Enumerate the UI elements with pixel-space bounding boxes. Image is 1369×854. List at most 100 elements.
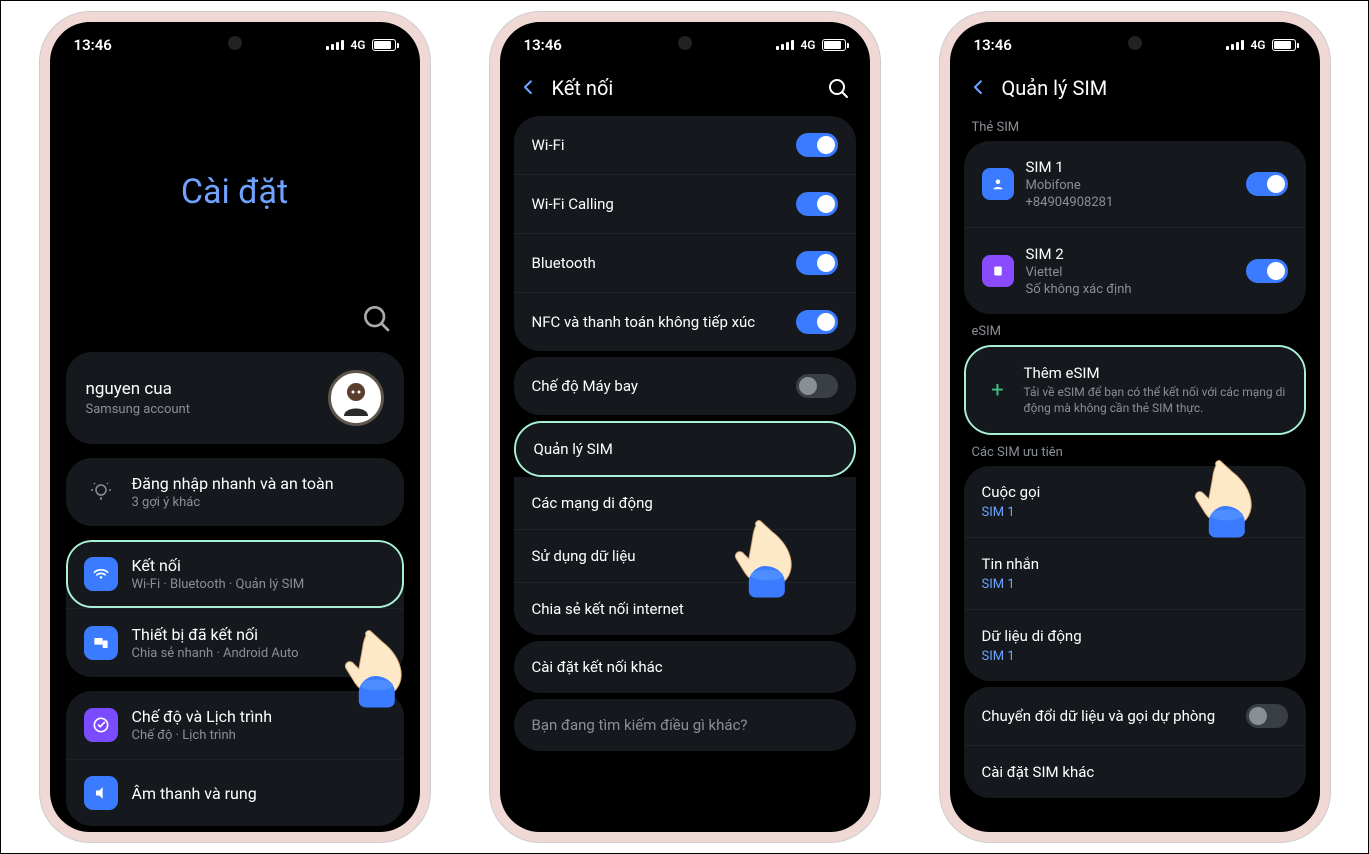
messages-row[interactable]: Tin nhắn SIM 1 bbox=[964, 537, 1306, 609]
airplane-label: Chế độ Máy bay bbox=[532, 377, 638, 395]
wifi-label: Wi-Fi bbox=[532, 136, 565, 154]
avatar[interactable] bbox=[328, 370, 384, 426]
modes-label: Chế độ và Lịch trình bbox=[132, 707, 386, 726]
other-sim-label: Cài đặt SIM khác bbox=[982, 763, 1095, 781]
bluetooth-label: Bluetooth bbox=[532, 254, 596, 272]
status-time: 13:46 bbox=[974, 36, 1012, 54]
messages-label: Tin nhắn bbox=[982, 555, 1040, 573]
phone-screen-sim-manager: 13:46 4G Quản lý SIM Thẻ SIM SI bbox=[940, 12, 1330, 842]
data-usage-label: Sử dụng dữ liệu bbox=[532, 547, 636, 565]
section-preferred: Các SIM ưu tiên bbox=[950, 435, 1320, 466]
account-row[interactable]: nguyen cua Samsung account bbox=[66, 352, 404, 444]
add-esim-desc: Tải về eSIM để bạn có thể kết nối với cá… bbox=[1024, 385, 1286, 416]
wifi-toggle[interactable] bbox=[796, 133, 838, 157]
add-esim-row[interactable]: + Thêm eSIM Tải về eSIM để bạn có thể kế… bbox=[966, 347, 1304, 433]
battery-icon bbox=[822, 39, 846, 51]
sim-manager-highlight: Quản lý SIM bbox=[514, 421, 856, 477]
account-name: nguyen cua bbox=[86, 379, 190, 399]
wifi-calling-label: Wi-Fi Calling bbox=[532, 195, 614, 213]
phone-screen-settings: 13:46 4G Cài đặt nguyen cua Samsung acco… bbox=[40, 12, 430, 842]
sim-manager-label: Quản lý SIM bbox=[534, 440, 613, 458]
search-icon[interactable] bbox=[360, 302, 392, 334]
back-icon[interactable] bbox=[520, 78, 540, 98]
data-usage-row[interactable]: Sử dụng dữ liệu bbox=[514, 529, 856, 582]
status-time: 13:46 bbox=[524, 36, 562, 54]
connections-sub: Wi-Fi · Bluetooth · Quản lý SIM bbox=[132, 577, 386, 592]
battery-icon bbox=[1272, 39, 1296, 51]
camera-notch bbox=[1128, 36, 1142, 50]
more-connections-label: Cài đặt kết nối khác bbox=[532, 658, 663, 676]
network-label: 4G bbox=[350, 38, 365, 52]
connections-label: Kết nối bbox=[132, 556, 386, 575]
wifi-icon bbox=[84, 557, 118, 591]
sound-row[interactable]: Âm thanh và rung bbox=[66, 759, 404, 826]
sim1-label: SIM 1 bbox=[1026, 158, 1114, 176]
tethering-row[interactable]: Chia sẻ kết nối internet bbox=[514, 582, 856, 635]
settings-title: Cài đặt bbox=[50, 172, 420, 212]
more-connections-row[interactable]: Cài đặt kết nối khác bbox=[514, 641, 856, 693]
sim1-toggle[interactable] bbox=[1246, 172, 1288, 196]
quick-login-label: Đăng nhập nhanh và an toàn bbox=[132, 474, 386, 493]
sim2-icon bbox=[982, 255, 1014, 287]
tethering-label: Chia sẻ kết nối internet bbox=[532, 600, 684, 618]
section-sim-cards: Thẻ SIM bbox=[950, 110, 1320, 141]
modes-sub: Chế độ · Lịch trình bbox=[132, 728, 386, 743]
data-switching-toggle[interactable] bbox=[1246, 704, 1288, 728]
network-label: 4G bbox=[1250, 38, 1265, 52]
sound-label: Âm thanh và rung bbox=[132, 784, 386, 803]
modes-row[interactable]: Chế độ và Lịch trình Chế độ · Lịch trình bbox=[66, 691, 404, 759]
messages-value: SIM 1 bbox=[982, 577, 1015, 592]
signal-icon bbox=[326, 40, 344, 50]
plus-icon: + bbox=[984, 376, 1012, 404]
sim2-toggle[interactable] bbox=[1246, 259, 1288, 283]
mobile-networks-label: Các mạng di động bbox=[532, 494, 653, 512]
wifi-row[interactable]: Wi-Fi bbox=[514, 116, 856, 174]
add-esim-highlight: + Thêm eSIM Tải về eSIM để bạn có thể kế… bbox=[964, 345, 1306, 435]
bluetooth-toggle[interactable] bbox=[796, 251, 838, 275]
wifi-calling-toggle[interactable] bbox=[796, 192, 838, 216]
sim1-row[interactable]: SIM 1 Mobifone +84904908281 bbox=[964, 141, 1306, 227]
connected-devices-row[interactable]: Thiết bị đã kết nối Chia sẻ nhanh · Andr… bbox=[66, 608, 404, 677]
add-esim-label: Thêm eSIM bbox=[1024, 364, 1286, 382]
quick-login-row[interactable]: Đăng nhập nhanh và an toàn 3 gợi ý khác bbox=[66, 458, 404, 526]
data-switching-row[interactable]: Chuyển đổi dữ liệu và gọi dự phòng bbox=[964, 687, 1306, 745]
phone-screen-connections: 13:46 4G Kết nối Wi-Fi Wi-Fi Calling bbox=[490, 12, 880, 842]
sim-manager-row[interactable]: Quản lý SIM bbox=[516, 423, 854, 475]
nfc-toggle[interactable] bbox=[796, 310, 838, 334]
page-title: Kết nối bbox=[552, 76, 814, 100]
airplane-toggle[interactable] bbox=[796, 374, 838, 398]
search-icon[interactable] bbox=[826, 76, 850, 100]
quick-login-sub: 3 gợi ý khác bbox=[132, 495, 386, 510]
mobile-data-row[interactable]: Dữ liệu di động SIM 1 bbox=[964, 609, 1306, 681]
section-esim: eSIM bbox=[950, 314, 1320, 345]
sim2-carrier: Viettel bbox=[1026, 265, 1132, 280]
signal-icon bbox=[1226, 40, 1244, 50]
camera-notch bbox=[678, 36, 692, 50]
network-label: 4G bbox=[800, 38, 815, 52]
sim1-carrier: Mobifone bbox=[1026, 178, 1114, 193]
data-switching-label: Chuyển đổi dữ liệu và gọi dự phòng bbox=[982, 707, 1216, 725]
connected-devices-label: Thiết bị đã kết nối bbox=[132, 625, 386, 644]
sim1-number: +84904908281 bbox=[1026, 195, 1114, 210]
account-sub: Samsung account bbox=[86, 402, 190, 417]
nfc-label: NFC và thanh toán không tiếp xúc bbox=[532, 313, 756, 331]
lightbulb-icon bbox=[84, 475, 118, 509]
sound-icon bbox=[84, 776, 118, 810]
sim2-row[interactable]: SIM 2 Viettel Số không xác định bbox=[964, 227, 1306, 314]
mobile-networks-row[interactable]: Các mạng di động bbox=[514, 477, 856, 529]
airplane-row[interactable]: Chế độ Máy bay bbox=[514, 357, 856, 415]
modes-icon bbox=[84, 708, 118, 742]
signal-icon bbox=[776, 40, 794, 50]
connections-row[interactable]: Kết nối Wi-Fi · Bluetooth · Quản lý SIM bbox=[66, 540, 404, 608]
nfc-row[interactable]: NFC và thanh toán không tiếp xúc bbox=[514, 292, 856, 351]
search-prompt-label: Bạn đang tìm kiếm điều gì khác? bbox=[532, 716, 748, 734]
connected-devices-sub: Chia sẻ nhanh · Android Auto bbox=[132, 646, 386, 661]
sim2-label: SIM 2 bbox=[1026, 245, 1132, 263]
wifi-calling-row[interactable]: Wi-Fi Calling bbox=[514, 174, 856, 233]
bluetooth-row[interactable]: Bluetooth bbox=[514, 233, 856, 292]
other-sim-row[interactable]: Cài đặt SIM khác bbox=[964, 745, 1306, 798]
calls-row[interactable]: Cuộc gọi SIM 1 bbox=[964, 466, 1306, 537]
search-prompt-row[interactable]: Bạn đang tìm kiếm điều gì khác? bbox=[514, 699, 856, 751]
back-icon[interactable] bbox=[970, 78, 990, 98]
calls-value: SIM 1 bbox=[982, 505, 1015, 520]
